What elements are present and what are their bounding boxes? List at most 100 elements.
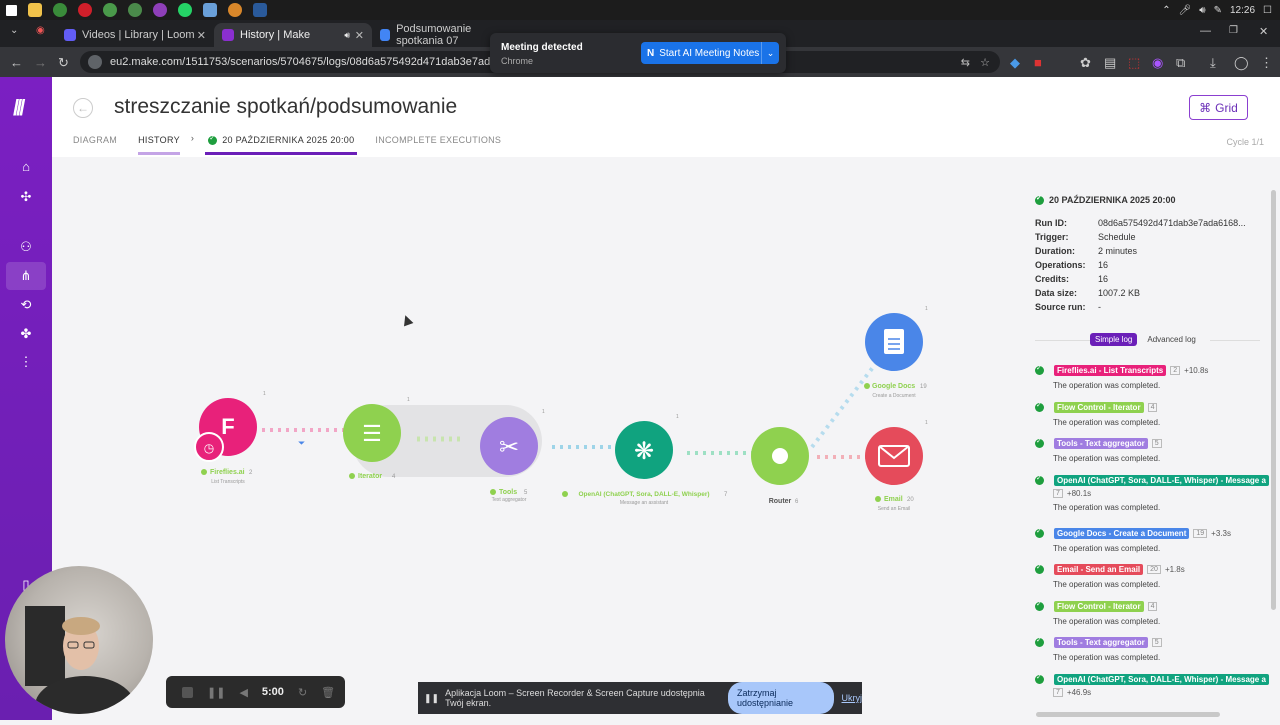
simple-log-button[interactable]: Simple log bbox=[1090, 333, 1138, 346]
log-entry[interactable]: Tools - Text aggregator5 The operation wa… bbox=[1035, 437, 1270, 463]
hide-link[interactable]: Ukryj bbox=[842, 693, 863, 703]
stop-recording-icon[interactable] bbox=[182, 686, 193, 698]
clock-text[interactable]: 12:26 bbox=[1230, 5, 1255, 16]
log-entry[interactable]: Flow Control - Iterator4 The operation wa… bbox=[1035, 600, 1270, 626]
whatsapp-icon[interactable] bbox=[178, 3, 192, 17]
chevron-down-icon[interactable]: ⌄ bbox=[761, 42, 779, 64]
menu-icon[interactable]: ⋮ bbox=[1260, 55, 1273, 71]
maximize-icon[interactable]: ❐ bbox=[1229, 25, 1238, 36]
back-icon[interactable]: ← bbox=[10, 55, 23, 70]
url-text[interactable]: eu2.make.com/1511753/scenarios/5704675/l… bbox=[110, 56, 545, 68]
tab-run-date[interactable]: 20 PAŹDZIERNIKA 2025 20:00 bbox=[205, 134, 358, 155]
tab-search-icon[interactable]: ⌄ bbox=[10, 25, 18, 36]
app-icon-2[interactable] bbox=[153, 3, 167, 17]
start-meeting-notes-button[interactable]: N Start AI Meeting Notes ⌄ bbox=[641, 42, 779, 64]
opera-icon[interactable] bbox=[78, 3, 92, 17]
site-info-icon[interactable] bbox=[88, 55, 102, 69]
stop-sharing-button[interactable]: Zatrzymaj udostępnianie bbox=[727, 682, 834, 714]
close-icon[interactable]: ✕ bbox=[197, 29, 206, 42]
chevron-up-icon[interactable]: ⌃ bbox=[1162, 5, 1170, 16]
minimize-icon[interactable]: — bbox=[1200, 25, 1211, 37]
tab-history[interactable]: HISTORY bbox=[138, 135, 180, 155]
explorer-icon[interactable] bbox=[28, 3, 42, 17]
log-entry[interactable]: OpenAI (ChatGPT, Sora, DALL-E, Whisper) … bbox=[1035, 474, 1270, 512]
module-badge[interactable]: Flow Control - Iterator bbox=[1054, 600, 1144, 612]
divider bbox=[1035, 340, 1090, 341]
module-badge[interactable]: Tools - Text aggregator bbox=[1054, 637, 1148, 648]
puzzle-icon[interactable]: ✤ bbox=[16, 324, 36, 344]
run-detail-value[interactable]: - bbox=[1098, 302, 1101, 312]
advanced-log-button[interactable]: Advanced log bbox=[1143, 333, 1199, 346]
horizontal-scrollbar[interactable] bbox=[1036, 712, 1220, 717]
pen-icon[interactable]: ✎ bbox=[1214, 5, 1222, 16]
trash-icon[interactable]: 🗑︎ bbox=[321, 686, 335, 699]
module-badge[interactable]: Email - Send an Email bbox=[1054, 564, 1144, 575]
team-icon[interactable]: ⚇ bbox=[16, 237, 36, 257]
webcam-bubble[interactable] bbox=[5, 566, 153, 714]
scenario-canvas[interactable]: F ◷ Fireflies.ai 2 List Transcripts 1 ⏷ … bbox=[52, 157, 1030, 720]
run-detail-value[interactable]: 08d6a575492d471dab3e7ada6168... bbox=[1098, 218, 1246, 228]
rewind-icon[interactable]: ◀ bbox=[239, 686, 247, 699]
record-icon[interactable]: ◉ bbox=[36, 25, 45, 36]
grid-button[interactable]: ⌘ Grid bbox=[1189, 95, 1248, 120]
notification-icon[interactable]: ☐ bbox=[1263, 5, 1272, 16]
mic-icon[interactable]: 🎤︎ bbox=[1179, 5, 1192, 16]
module-badge[interactable]: Fireflies.ai - List Transcripts bbox=[1054, 365, 1167, 376]
extension-icon[interactable]: ◆ bbox=[1010, 55, 1020, 71]
extension-icon-5[interactable]: ⬚ bbox=[1128, 55, 1140, 71]
reload-icon[interactable]: ↻ bbox=[58, 55, 69, 71]
connections-icon[interactable]: ⟲ bbox=[16, 295, 36, 315]
extension-icon-6[interactable]: ◉ bbox=[1152, 55, 1163, 71]
log-entry[interactable]: OpenAI (ChatGPT, Sora, DALL-E, Whisper) … bbox=[1035, 673, 1270, 697]
module-badge[interactable]: Flow Control - Iterator bbox=[1054, 401, 1144, 413]
forward-icon[interactable]: → bbox=[34, 55, 47, 70]
speaker-icon[interactable]: 🔊︎ bbox=[1199, 5, 1205, 16]
log-entry[interactable]: Google Docs - Create a Document19+3.3s Th… bbox=[1035, 527, 1270, 553]
module-badge[interactable]: OpenAI (ChatGPT, Sora, DALL-E, Whisper) … bbox=[1054, 673, 1269, 685]
panel-scrollbar[interactable] bbox=[1271, 185, 1276, 685]
extension-icon-2[interactable]: ■ bbox=[1034, 55, 1042, 70]
scenarios-icon[interactable]: ✣ bbox=[16, 187, 36, 207]
log-entry[interactable]: Fireflies.ai - List Transcripts2+10.8s Th… bbox=[1035, 364, 1270, 390]
tab-loom[interactable]: Videos | Library | Loom ✕ bbox=[56, 23, 214, 47]
restart-icon[interactable]: ↻ bbox=[298, 686, 307, 699]
extension-icon-4[interactable]: ▤ bbox=[1104, 55, 1116, 71]
chrome-icon-3[interactable] bbox=[228, 3, 242, 17]
close-icon[interactable]: ✕ bbox=[355, 29, 364, 42]
module-badge[interactable]: Tools - Text aggregator bbox=[1054, 438, 1148, 449]
star-icon[interactable]: ☆ bbox=[980, 56, 990, 69]
module-badge[interactable]: Google Docs - Create a Document bbox=[1054, 527, 1190, 539]
app-icon-4[interactable] bbox=[253, 3, 267, 17]
share-icon[interactable]: ⋔ bbox=[6, 262, 46, 290]
translate-icon[interactable]: ⇆ bbox=[961, 56, 970, 69]
chrome-icon[interactable] bbox=[53, 3, 67, 17]
more-icon[interactable]: ⋮ bbox=[16, 352, 36, 372]
log-entry[interactable]: Email - Send an Email20+1.8sThe operatio… bbox=[1035, 563, 1270, 589]
close-window-icon[interactable]: ✕ bbox=[1259, 25, 1268, 38]
tools-name: Tools bbox=[499, 489, 517, 496]
run-detail-key: Source run: bbox=[1035, 302, 1086, 312]
make-logo[interactable]: /// bbox=[13, 95, 25, 121]
log-entry[interactable]: Tools - Text aggregator5 The operation wa… bbox=[1035, 636, 1270, 662]
tab-make[interactable]: History | Make 🔊︎ ✕ bbox=[214, 23, 372, 47]
speaker-icon[interactable]: 🔊︎ bbox=[344, 30, 350, 41]
tab-incomplete-executions[interactable]: INCOMPLETE EXECUTIONS bbox=[375, 135, 501, 155]
app-icon-3[interactable] bbox=[203, 3, 217, 17]
extensions-puzzle-icon[interactable]: ⧉ bbox=[1176, 55, 1185, 71]
extension-icon-3[interactable]: ✿ bbox=[1080, 55, 1091, 71]
scrollbar-thumb[interactable] bbox=[1271, 190, 1276, 610]
chrome-icon-2[interactable] bbox=[128, 3, 142, 17]
filter-icon[interactable]: ⏷ bbox=[297, 438, 305, 448]
log-description: The operation was completed. bbox=[1053, 543, 1161, 553]
pause-icon[interactable]: ❚❚ bbox=[207, 686, 225, 699]
log-entry[interactable]: Flow Control - Iterator4 The operation wa… bbox=[1035, 401, 1270, 427]
download-icon[interactable]: ⤓ bbox=[1210, 55, 1216, 71]
back-button[interactable]: ← bbox=[73, 98, 93, 118]
home-icon[interactable]: ⌂ bbox=[16, 157, 36, 177]
email-module[interactable] bbox=[865, 427, 923, 485]
windows-icon[interactable] bbox=[6, 4, 17, 16]
profile-icon[interactable]: ◯ bbox=[1234, 55, 1249, 71]
app-icon[interactable] bbox=[103, 3, 117, 17]
tab-diagram[interactable]: DIAGRAM bbox=[73, 135, 117, 155]
module-badge[interactable]: OpenAI (ChatGPT, Sora, DALL-E, Whisper) … bbox=[1054, 474, 1269, 486]
